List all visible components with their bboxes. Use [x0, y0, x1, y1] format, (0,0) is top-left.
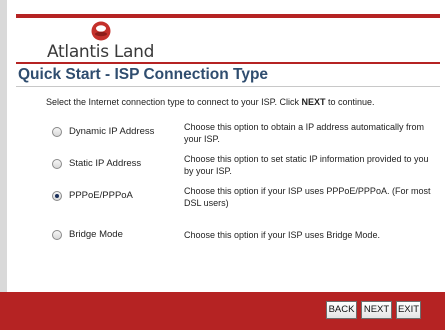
top-red-bar — [16, 14, 440, 18]
radio-bridge-mode[interactable] — [52, 230, 62, 240]
option-desc-static-ip: Choose this option to set static IP info… — [184, 154, 429, 176]
atlantis-land-logo: Atlantis Land — [47, 19, 177, 63]
radio-pppoe[interactable] — [52, 191, 62, 201]
back-button[interactable]: BACK — [326, 301, 357, 319]
option-label-bridge-mode[interactable]: Bridge Mode — [69, 229, 123, 240]
instructions-next-keyword: NEXT — [301, 97, 326, 107]
instructions-prefix: Select the Internet connection type to c… — [46, 97, 302, 107]
radio-static-ip[interactable] — [52, 159, 62, 169]
option-desc-pppoe: Choose this option if your ISP uses PPPo… — [184, 186, 431, 208]
next-button[interactable]: NEXT — [361, 301, 392, 319]
option-label-pppoe[interactable]: PPPoE/PPPoA — [69, 190, 133, 201]
logo-text: Atlantis Land — [47, 42, 155, 62]
logo-emblem-icon — [91, 21, 111, 41]
quick-start-window: Atlantis Land Quick Start - ISP Connecti… — [0, 0, 445, 330]
page-title: Quick Start - ISP Connection Type — [18, 66, 269, 83]
exit-button[interactable]: EXIT — [396, 301, 421, 319]
header-divider — [16, 62, 440, 64]
option-label-dynamic-ip[interactable]: Dynamic IP Address — [69, 126, 154, 137]
radio-dynamic-ip[interactable] — [52, 127, 62, 137]
option-label-static-ip[interactable]: Static IP Address — [69, 158, 141, 169]
option-desc-bridge-mode: Choose this option if your ISP uses Brid… — [184, 230, 380, 240]
option-desc-dynamic-ip: Choose this option to obtain a IP addres… — [184, 122, 424, 144]
left-rail — [0, 0, 7, 330]
instructions-text: Select the Internet connection type to c… — [46, 97, 375, 107]
title-divider — [16, 86, 440, 87]
instructions-suffix: to continue. — [325, 97, 375, 107]
